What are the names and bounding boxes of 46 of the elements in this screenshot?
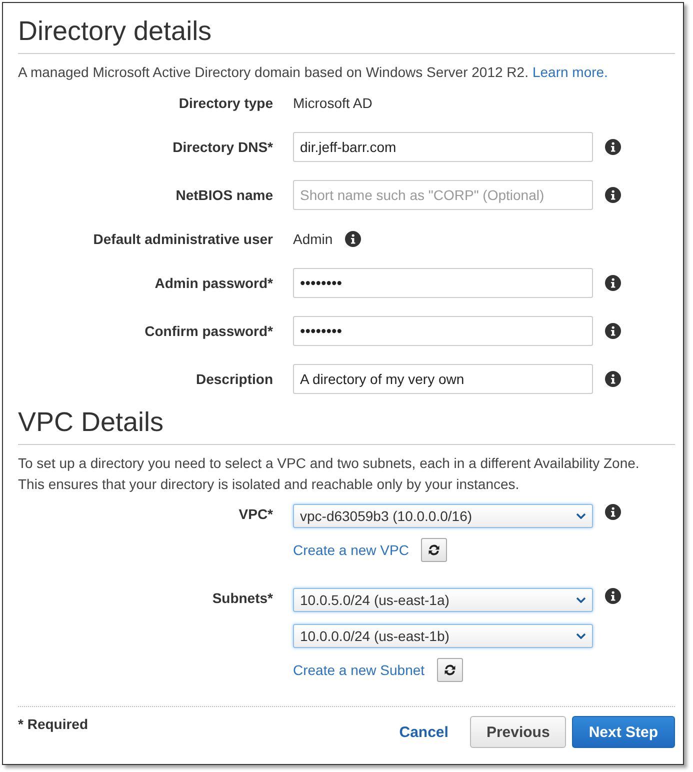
- dropdown[interactable]: 10.0.5.0/24 (us-east-1a): [293, 588, 593, 612]
- info-icon[interactable]: [344, 231, 361, 247]
- info-icon[interactable]: [605, 371, 621, 387]
- password-field[interactable]: ••••••••: [293, 316, 593, 346]
- text-field[interactable]: A directory of my very own: [293, 364, 593, 394]
- info-icon[interactable]: [605, 139, 621, 155]
- previous-button[interactable]: Previous: [470, 716, 566, 748]
- chevron-icon: [576, 513, 586, 519]
- refresh-button[interactable]: [436, 658, 463, 682]
- field-label: Subnets*: [211, 589, 273, 606]
- intro-text: This ensures that your directory is isolated and reachable only by your instances.: [18, 475, 520, 494]
- dropdown[interactable]: 10.0.0.0/24 (us-east-1b): [293, 624, 593, 648]
- field-label: Admin password*: [154, 274, 273, 291]
- field-label: Default administrative user: [92, 230, 273, 247]
- intro-text: To set up a directory you need to select a VPC and two subnets, each in a different Availability Zone.: [18, 454, 640, 473]
- info-icon[interactable]: [605, 504, 621, 520]
- section-title: Directory details: [18, 15, 675, 54]
- text-field[interactable]: dir.jeff-barr.com: [293, 132, 593, 162]
- required-note: * Required: [18, 716, 88, 732]
- field-label: Directory type: [178, 94, 273, 111]
- info-icon[interactable]: [605, 588, 621, 604]
- dropdown[interactable]: vpc-d63059b3 (10.0.0.0/16): [293, 504, 593, 528]
- intro-text: A managed Microsoft Active Directory domain based on Windows Server 2012 R2. Learn more.: [18, 63, 609, 82]
- text-field[interactable]: Short name such as "CORP" (Optional): [293, 180, 593, 210]
- field-label: VPC*: [238, 505, 273, 522]
- cancel-link[interactable]: Cancel: [383, 716, 464, 748]
- field-value: Microsoft AD: [293, 95, 372, 111]
- info-icon[interactable]: [605, 187, 621, 203]
- info-icon[interactable]: [605, 323, 621, 339]
- learn-more-link[interactable]: Learn more.: [532, 64, 608, 80]
- create-link[interactable]: Create a new Subnet: [293, 662, 425, 678]
- create-link[interactable]: Create a new VPC: [293, 542, 409, 558]
- chevron-icon: [576, 597, 586, 603]
- chevron-icon: [576, 633, 586, 639]
- field-label: Directory DNS*: [172, 138, 273, 155]
- refresh-icon: [442, 663, 457, 677]
- next-step-button[interactable]: Next Step: [572, 716, 675, 748]
- refresh-icon: [426, 543, 441, 557]
- field-label: NetBIOS name: [174, 186, 273, 203]
- section-title: VPC Details: [18, 406, 675, 445]
- info-icon[interactable]: [605, 275, 621, 291]
- refresh-button[interactable]: [420, 538, 447, 562]
- password-field[interactable]: ••••••••: [293, 268, 593, 298]
- field-value: Admin: [293, 231, 333, 247]
- field-label: Description: [194, 370, 273, 387]
- field-label: Confirm password*: [144, 322, 273, 339]
